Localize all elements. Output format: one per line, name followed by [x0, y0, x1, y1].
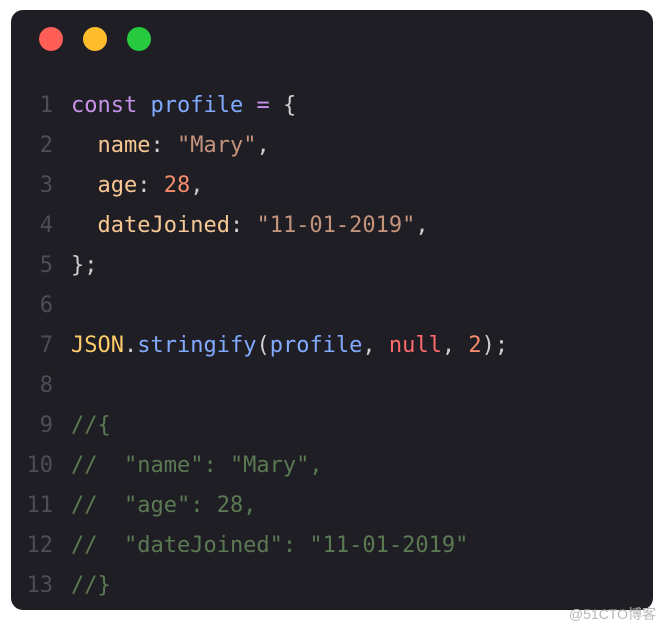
- token-punct: );: [482, 326, 509, 366]
- token-punct: [71, 126, 98, 166]
- line-number: 13: [11, 566, 71, 606]
- code-line: 2 name: "Mary",: [11, 126, 653, 166]
- token-punct: ,: [362, 326, 389, 366]
- maximize-icon[interactable]: [127, 27, 151, 51]
- code-line: 1const profile = {: [11, 86, 653, 126]
- line-number: 1: [11, 86, 71, 126]
- token-punct: [71, 206, 98, 246]
- token-num: 28: [164, 166, 191, 206]
- token-comment: // "name": "Mary",: [71, 446, 323, 486]
- token-prop: dateJoined: [98, 206, 230, 246]
- token-prop: age: [98, 166, 138, 206]
- code-content: };: [71, 246, 98, 286]
- close-icon[interactable]: [39, 27, 63, 51]
- line-number: 8: [11, 366, 71, 406]
- token-punct: ,: [256, 126, 269, 166]
- line-number: 11: [11, 486, 71, 526]
- code-line: 11// "age": 28,: [11, 486, 653, 526]
- code-line: 7JSON.stringify(profile, null, 2);: [11, 326, 653, 366]
- token-kw: =: [256, 86, 269, 126]
- line-number: 2: [11, 126, 71, 166]
- code-content: dateJoined: "11-01-2019",: [71, 206, 429, 246]
- code-line: 13//}: [11, 566, 653, 606]
- minimize-icon[interactable]: [83, 27, 107, 51]
- code-line: 6: [11, 286, 653, 326]
- token-punct: ,: [415, 206, 428, 246]
- code-content: // "name": "Mary",: [71, 446, 323, 486]
- token-punct: :: [137, 166, 164, 206]
- code-line: 4 dateJoined: "11-01-2019",: [11, 206, 653, 246]
- token-punct: ,: [442, 326, 469, 366]
- token-var: profile: [150, 86, 243, 126]
- code-content: // "age": 28,: [71, 486, 256, 526]
- code-line: 12// "dateJoined": "11-01-2019": [11, 526, 653, 566]
- line-number: 4: [11, 206, 71, 246]
- token-str: "Mary": [177, 126, 256, 166]
- line-number: 6: [11, 286, 71, 326]
- token-punct: ,: [190, 166, 203, 206]
- code-content: JSON.stringify(profile, null, 2);: [71, 326, 508, 366]
- token-punct: (: [256, 326, 269, 366]
- code-content: //{: [71, 406, 111, 446]
- token-punct: };: [71, 246, 98, 286]
- line-number: 7: [11, 326, 71, 366]
- line-number: 9: [11, 406, 71, 446]
- token-punct: [270, 86, 283, 126]
- window-title-bar: [11, 10, 653, 68]
- line-number: 10: [11, 446, 71, 486]
- token-var: profile: [270, 326, 363, 366]
- token-punct: :: [230, 206, 257, 246]
- token-comment: // "dateJoined": "11-01-2019": [71, 526, 468, 566]
- token-comment: //{: [71, 406, 111, 446]
- token-type: JSON: [71, 326, 124, 366]
- code-content: const profile = {: [71, 86, 296, 126]
- line-number: 5: [11, 246, 71, 286]
- code-line: 9//{: [11, 406, 653, 446]
- token-kw: const: [71, 86, 150, 126]
- token-punct: [243, 86, 256, 126]
- code-content: name: "Mary",: [71, 126, 270, 166]
- code-window: 1const profile = {2 name: "Mary",3 age: …: [11, 10, 653, 610]
- token-punct: {: [283, 86, 296, 126]
- token-punct: :: [150, 126, 177, 166]
- code-line: 8: [11, 366, 653, 406]
- code-content: // "dateJoined": "11-01-2019": [71, 526, 468, 566]
- code-line: 10// "name": "Mary",: [11, 446, 653, 486]
- token-prop: name: [98, 126, 151, 166]
- token-fn: stringify: [137, 326, 256, 366]
- code-line: 5};: [11, 246, 653, 286]
- code-content: age: 28,: [71, 166, 204, 206]
- line-number: 3: [11, 166, 71, 206]
- token-comment: //}: [71, 566, 111, 606]
- line-number: 12: [11, 526, 71, 566]
- token-null: null: [389, 326, 442, 366]
- watermark: @51CTO博客: [569, 604, 656, 624]
- code-content: //}: [71, 566, 111, 606]
- token-punct: .: [124, 326, 137, 366]
- code-line: 3 age: 28,: [11, 166, 653, 206]
- code-editor: 1const profile = {2 name: "Mary",3 age: …: [11, 68, 653, 606]
- token-num: 2: [468, 326, 481, 366]
- token-punct: [71, 166, 98, 206]
- token-str: "11-01-2019": [256, 206, 415, 246]
- token-comment: // "age": 28,: [71, 486, 256, 526]
